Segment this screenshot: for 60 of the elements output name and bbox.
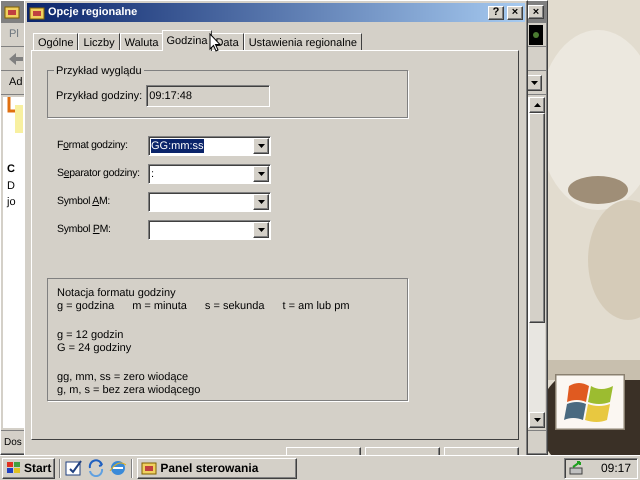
status-text: Dos <box>4 436 22 450</box>
dropdown-button[interactable] <box>253 222 269 238</box>
window-title: Opcje regionalne <box>48 5 138 20</box>
notation-text: g = 12 godzin <box>57 329 124 342</box>
dropdown-field[interactable]: GG:mm:ss <box>148 136 271 156</box>
folder-icon <box>4 4 20 20</box>
help-button[interactable]: ? <box>488 6 504 20</box>
close-button[interactable]: × <box>507 6 523 20</box>
tab[interactable]: Ogólne <box>33 33 78 51</box>
group-title: Przykład wyglądu <box>54 63 144 80</box>
arrows-icon[interactable] <box>87 459 106 477</box>
caret-icon <box>258 228 264 232</box>
dropdown-button[interactable] <box>253 138 269 154</box>
four-pane-flag-icon <box>555 374 625 430</box>
content-text: jo <box>7 195 16 210</box>
notation-text: g, m, s = bez zera wiodącego <box>57 384 202 397</box>
toolbar-label: Pl <box>9 27 19 42</box>
dropdown-field[interactable] <box>148 220 271 240</box>
scroll-up-button[interactable] <box>529 97 545 113</box>
dropdown-button[interactable] <box>253 166 269 182</box>
caret-icon <box>258 172 264 176</box>
notation-text: G = 24 godziny <box>57 342 132 355</box>
field-label: Przykład godziny: <box>56 88 142 104</box>
tab[interactable]: Waluta <box>120 33 164 51</box>
scrollbar-thumb[interactable] <box>529 113 545 323</box>
address-label: Ad <box>9 75 22 90</box>
time-preview-field: 09:17:48 <box>146 85 270 107</box>
clock-text: 09:17 <box>600 460 631 477</box>
back-arrow-icon[interactable] <box>9 52 23 64</box>
scroll-down-button[interactable] <box>529 412 545 428</box>
tab[interactable]: Godzina <box>162 30 212 51</box>
notation-text: g = godzina <box>57 300 114 313</box>
field-label: Separator godziny: <box>57 166 141 182</box>
dropdown-field[interactable] <box>148 192 271 212</box>
caret-icon <box>258 200 264 204</box>
window-icon <box>29 4 45 20</box>
notation-text: m = minuta <box>132 300 187 313</box>
tab[interactable]: Ustawienia regionalne <box>244 33 362 51</box>
caret-icon <box>530 80 538 84</box>
caret-icon <box>534 103 540 107</box>
notation-text: t = am lub pm <box>282 300 350 313</box>
caret-icon <box>534 418 540 422</box>
field-label: Symbol AM: <box>57 194 112 210</box>
content-text: C <box>7 162 15 177</box>
field-label: Format godziny: <box>57 138 129 154</box>
close-button[interactable]: × <box>528 5 544 19</box>
caret-icon <box>258 144 264 148</box>
flag-icon <box>6 461 22 475</box>
field-label: Symbol PM: <box>57 222 112 238</box>
start-button[interactable]: Start <box>2 458 56 478</box>
notation-heading: Notacja formatu godziny <box>57 287 177 300</box>
notation-text: s = sekunda <box>204 300 265 313</box>
notation-text: gg, mm, ss = zero wiodące <box>57 371 190 384</box>
content-text: D <box>7 178 15 194</box>
dropdown-button[interactable] <box>253 194 269 210</box>
taskbar-button[interactable]: Panel sterowania <box>137 458 298 478</box>
folder-icon <box>141 460 158 476</box>
browser-icon[interactable] <box>109 459 128 477</box>
dropdown-field[interactable]: : <box>148 164 271 184</box>
tab[interactable]: Liczby <box>78 33 120 51</box>
